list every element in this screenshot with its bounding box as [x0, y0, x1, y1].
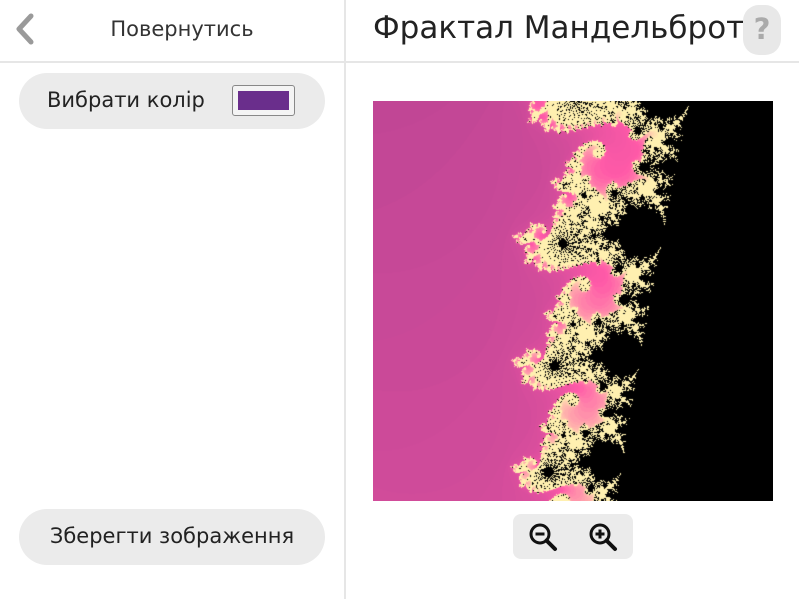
zoom-out-icon [529, 523, 557, 551]
left-header: Повернутись [0, 0, 344, 63]
pick-color-label: Вибрати колір [47, 88, 205, 112]
back-label[interactable]: Повернутись [0, 17, 364, 41]
zoom-out-button[interactable] [528, 522, 558, 552]
save-image-label: Зберегти зображення [49, 524, 295, 548]
question-mark-icon: ? [753, 12, 771, 46]
fractal-canvas[interactable] [373, 101, 773, 501]
zoom-controls [513, 514, 633, 559]
help-button[interactable]: ? [743, 5, 781, 55]
zoom-in-button[interactable] [588, 522, 618, 552]
panel-divider [344, 0, 346, 599]
save-image-button[interactable]: Зберегти зображення [19, 509, 325, 565]
right-header: Фрактал Мандельброта ? [346, 0, 799, 63]
color-picker[interactable] [232, 85, 295, 116]
pick-color-button[interactable]: Вибрати колір [19, 73, 325, 129]
page-title: Фрактал Мандельброта [373, 10, 764, 46]
color-swatch [238, 91, 289, 110]
zoom-in-icon [589, 523, 617, 551]
left-panel: Повернутись Вибрати колір Зберегти зобра… [0, 0, 344, 599]
